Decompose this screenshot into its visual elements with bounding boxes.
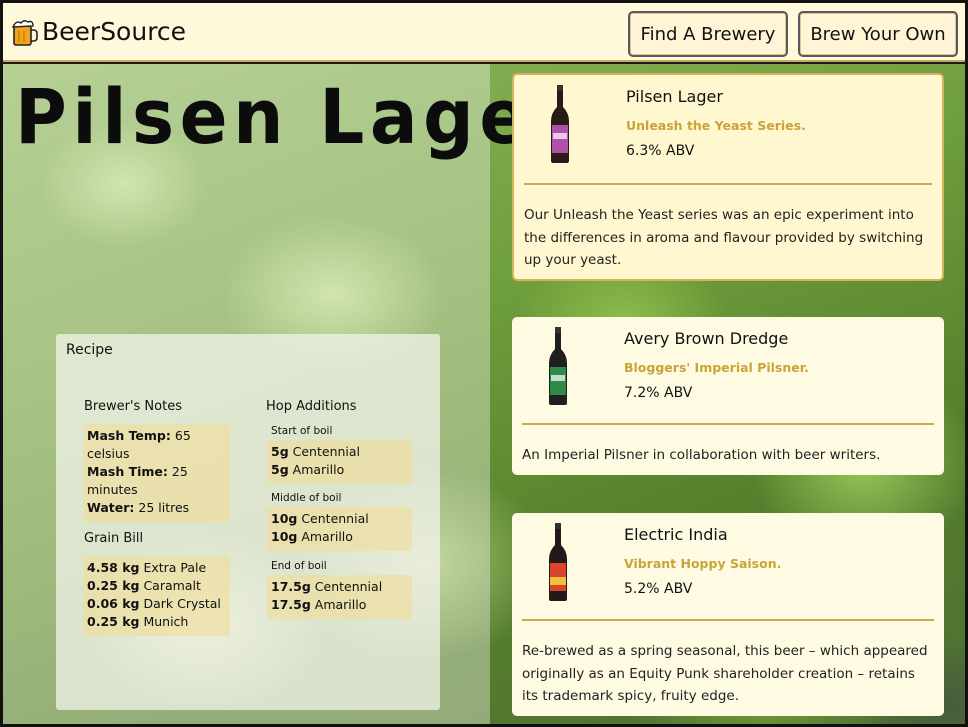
water-row: Water: 25 litres	[87, 499, 226, 517]
hop-stage-box: 5g Centennial 5g Amarillo	[267, 440, 412, 484]
beer-name: Electric India	[624, 525, 728, 544]
beer-name: Avery Brown Dredge	[624, 329, 789, 348]
beer-description: Our Unleash the Yeast series was an epic…	[524, 207, 924, 268]
beer-mug-icon	[11, 20, 38, 46]
hop-item: 10g Amarillo	[271, 529, 353, 544]
hop-additions-title: Hop Additions	[266, 399, 357, 414]
hop-stage-label: End of boil	[271, 560, 327, 572]
beer-abv: 7.2% ABV	[624, 385, 693, 401]
beer-card-electric-india[interactable]: Electric India Vibrant Hoppy Saison. 5.2…	[512, 513, 944, 716]
hop-item: 10g Centennial	[271, 511, 369, 526]
divider	[522, 619, 934, 621]
grain-bill-title: Grain Bill	[84, 531, 144, 546]
hop-stage-label: Middle of boil	[271, 492, 342, 504]
beer-card-avery-brown-dredge[interactable]: Avery Brown Dredge Bloggers' Imperial Pi…	[512, 317, 944, 475]
grain-item: 0.06 kg Dark Crystal	[87, 596, 221, 611]
mash-temp-label: Mash Temp:	[87, 428, 171, 443]
beer-bottle-icon	[551, 85, 569, 163]
beer-abv: 6.3% ABV	[626, 143, 695, 159]
recipe-title: Recipe	[66, 342, 113, 358]
grain-bill-box: 4.58 kg Extra Pale 0.25 kg Caramalt 0.06…	[83, 556, 230, 636]
hop-item: 5g Amarillo	[271, 462, 345, 477]
beer-card-pilsen-lager[interactable]: Pilsen Lager Unleash the Yeast Series. 6…	[512, 73, 944, 281]
brewers-notes-box: Mash Temp: 65 celsius Mash Time: 25 minu…	[83, 424, 230, 522]
beer-series: Bloggers' Imperial Pilsner.	[624, 360, 809, 375]
beer-bottle-icon	[549, 327, 567, 405]
brand-name: BeerSource	[42, 17, 187, 46]
beer-description: An Imperial Pilsner in collaboration wit…	[522, 447, 881, 463]
brew-your-own-button[interactable]: Brew Your Own	[798, 11, 958, 57]
grain-item: 0.25 kg Munich	[87, 614, 189, 629]
top-header: BeerSource Find A Brewery Brew Your Own	[3, 3, 965, 62]
brewers-notes-title: Brewer's Notes	[84, 399, 182, 414]
find-brewery-button[interactable]: Find A Brewery	[628, 11, 788, 57]
water-value: 25 litres	[138, 500, 190, 515]
page-title: Pilsen Lager	[15, 72, 574, 161]
beer-description: Re-brewed as a spring seasonal, this bee…	[522, 643, 928, 704]
hop-item: 5g Centennial	[271, 444, 361, 459]
beer-series: Vibrant Hoppy Saison.	[624, 556, 782, 571]
mash-time-row: Mash Time: 25 minutes	[87, 463, 226, 499]
hop-stage-box: 10g Centennial 10g Amarillo	[267, 507, 412, 551]
beer-abv: 5.2% ABV	[624, 581, 693, 597]
hop-item: 17.5g Amarillo	[271, 597, 367, 612]
beer-bottle-icon	[549, 523, 567, 601]
recipe-panel: Recipe Brewer's Notes Mash Temp: 65 cels…	[56, 334, 440, 710]
mash-time-label: Mash Time:	[87, 464, 168, 479]
hop-item: 17.5g Centennial	[271, 579, 383, 594]
grain-item: 4.58 kg Extra Pale	[87, 560, 207, 575]
mash-temp-row: Mash Temp: 65 celsius	[87, 427, 226, 463]
beer-name: Pilsen Lager	[626, 87, 723, 106]
app-window: BeerSource Find A Brewery Brew Your Own …	[0, 0, 968, 727]
divider	[522, 423, 934, 425]
beer-series: Unleash the Yeast Series.	[626, 118, 806, 133]
brand-logo[interactable]: BeerSource	[11, 17, 186, 47]
hop-stage-box: 17.5g Centennial 17.5g Amarillo	[267, 575, 412, 619]
hop-stage-label: Start of boil	[271, 425, 333, 437]
water-label: Water:	[87, 500, 135, 515]
divider	[524, 183, 932, 185]
grain-item: 0.25 kg Caramalt	[87, 578, 201, 593]
